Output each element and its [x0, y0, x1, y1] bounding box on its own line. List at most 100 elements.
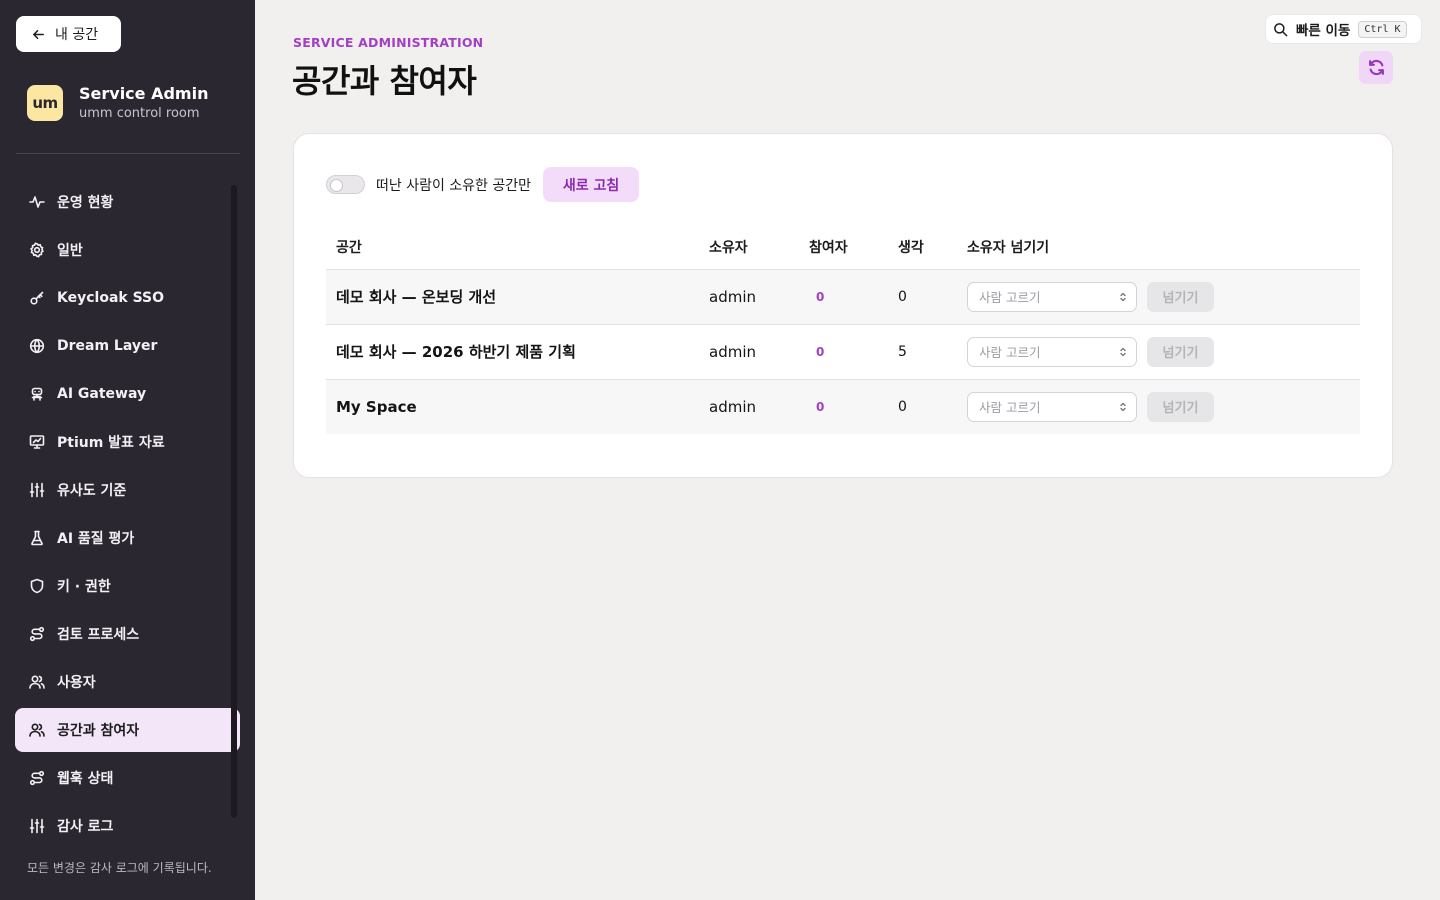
- sidebar-item-ptium-presentation[interactable]: Ptium 발표 자료: [15, 420, 240, 464]
- sidebar-item-label: 키 · 권한: [57, 579, 111, 595]
- departed-owner-toggle-label: 떠난 사람이 소유한 공간만: [376, 177, 532, 194]
- sidebar-item-ai-gateway[interactable]: AI Gateway: [15, 372, 240, 416]
- person-select-placeholder: 사람 고르기: [979, 400, 1041, 416]
- transfer-owner-cell: 사람 고르기 넘기기: [967, 379, 1360, 434]
- bot-icon: [31, 387, 43, 401]
- sliders-icon: [29, 818, 45, 834]
- departed-owner-toggle[interactable]: [326, 175, 365, 194]
- back-to-my-space-button[interactable]: 내 공간: [16, 16, 121, 52]
- sidebar-item-users[interactable]: 사용자: [15, 660, 240, 704]
- chevron-up-down-icon: [1120, 402, 1126, 411]
- sidebar-item-label: Keycloak SSO: [57, 290, 165, 306]
- brand-title: Service Admin: [79, 84, 209, 103]
- refresh-button[interactable]: 새로 고침: [543, 167, 640, 202]
- chevron-up-down-icon: [1120, 292, 1126, 301]
- sidebar-item-label: AI 품질 평가: [57, 531, 135, 547]
- space-name-cell: 데모 회사 — 2026 하반기 제품 기획: [326, 324, 709, 380]
- column-header-transfer-owner: 소유자 넘기기: [967, 225, 1360, 270]
- key-icon: [30, 291, 44, 305]
- users-icon: [29, 675, 45, 689]
- sidebar-item-ai-quality[interactable]: AI 품질 평가: [15, 516, 240, 560]
- person-select[interactable]: 사람 고르기: [967, 336, 1137, 367]
- sidebar-item-operations[interactable]: 운영 현황: [15, 180, 240, 224]
- sidebar: 내 공간 um Service Admin umm control room 운…: [0, 0, 255, 900]
- page-eyebrow: SERVICE ADMINISTRATION: [293, 35, 484, 50]
- sidebar-item-keycloak-sso[interactable]: Keycloak SSO: [15, 276, 240, 320]
- sidebar-footer-note: 모든 변경은 감사 로그에 기록됩니다.: [27, 861, 212, 875]
- sidebar-item-keys-permissions[interactable]: 키 · 권한: [15, 564, 240, 608]
- thoughts-count-cell: 5: [898, 324, 967, 380]
- sidebar-item-label: 검토 프로세스: [57, 627, 140, 643]
- sidebar-item-label: 웹훅 상태: [57, 771, 114, 787]
- participants-count-link[interactable]: 0: [809, 269, 898, 325]
- sidebar-item-label: 사용자: [57, 675, 96, 691]
- participants-count-link[interactable]: 0: [809, 324, 898, 380]
- route-icon: [29, 626, 45, 642]
- sidebar-item-webhook-status[interactable]: 웹훅 상태: [15, 756, 240, 800]
- column-header-thoughts: 생각: [898, 225, 967, 270]
- back-button-label: 내 공간: [55, 27, 99, 43]
- reload-button[interactable]: [1359, 51, 1393, 84]
- thoughts-count-cell: 0: [898, 379, 967, 434]
- sidebar-item-label: 공간과 참여자: [57, 723, 140, 739]
- column-header-space: 공간: [326, 225, 709, 270]
- route-icon: [29, 770, 45, 786]
- divider: [16, 153, 240, 154]
- layers-icon: [29, 338, 45, 354]
- table-row: 데모 회사 — 2026 하반기 제품 기획 admin 0 5 사람 고르기 …: [326, 324, 1360, 380]
- person-select-placeholder: 사람 고르기: [979, 290, 1041, 305]
- space-name-cell: My Space: [326, 379, 709, 434]
- column-header-owner: 소유자: [709, 225, 809, 270]
- sidebar-nav: 운영 현황 일반 Keycloak SSO Dream Layer AI Gat…: [15, 180, 240, 852]
- brand-logo: um: [27, 84, 63, 121]
- sidebar-item-spaces-participants[interactable]: 공간과 참여자: [15, 708, 240, 752]
- spaces-table: 공간 소유자 참여자 생각 소유자 넘기기 데모 회사 — 온보딩 개선 adm…: [326, 225, 1360, 434]
- sidebar-scrollbar[interactable]: [231, 185, 237, 818]
- brand-subtitle: umm control room: [79, 106, 200, 121]
- shield-icon: [30, 578, 44, 594]
- owner-cell: admin: [709, 324, 809, 380]
- brand: um Service Admin umm control room: [27, 84, 208, 121]
- spaces-card: 떠난 사람이 소유한 공간만 새로 고침 공간 소유자 참여자 생각 소유자 넘…: [293, 133, 1393, 478]
- transfer-owner-cell: 사람 고르기 넘기기: [967, 269, 1360, 325]
- gear-icon: [30, 242, 44, 258]
- sidebar-item-label: 감사 로그: [57, 819, 114, 835]
- transfer-owner-cell: 사람 고르기 넘기기: [967, 324, 1360, 380]
- person-select-placeholder: 사람 고르기: [979, 345, 1041, 360]
- sliders-icon: [29, 482, 45, 498]
- owner-cell: admin: [709, 379, 809, 434]
- table-header-row: 공간 소유자 참여자 생각 소유자 넘기기: [326, 225, 1360, 270]
- person-select[interactable]: 사람 고르기: [967, 281, 1137, 312]
- thoughts-count-cell: 0: [898, 269, 967, 325]
- sidebar-item-similarity[interactable]: 유사도 기준: [15, 468, 240, 512]
- keyboard-shortcut-badge: Ctrl K: [1358, 20, 1407, 38]
- sidebar-item-general[interactable]: 일반: [15, 228, 240, 272]
- transfer-button[interactable]: 넘기기: [1147, 391, 1214, 422]
- sidebar-item-dream-layer[interactable]: Dream Layer: [15, 324, 240, 368]
- filter-toolbar: 떠난 사람이 소유한 공간만 새로 고침: [326, 167, 640, 202]
- sidebar-item-label: AI Gateway: [57, 386, 147, 402]
- transfer-button[interactable]: 넘기기: [1147, 281, 1214, 312]
- column-header-participants: 참여자: [809, 225, 898, 270]
- quick-nav-button[interactable]: 빠른 이동 Ctrl K: [1266, 15, 1421, 43]
- quick-nav-label: 빠른 이동: [1296, 23, 1351, 39]
- presentation-icon: [29, 435, 45, 449]
- owner-cell: admin: [709, 269, 809, 325]
- table-row: 데모 회사 — 온보딩 개선 admin 0 0 사람 고르기 넘기기: [326, 269, 1360, 325]
- sidebar-item-label: 운영 현황: [57, 195, 114, 211]
- table-row: My Space admin 0 0 사람 고르기 넘기기: [326, 379, 1360, 434]
- page-title: 공간과 참여자: [292, 62, 477, 100]
- transfer-button[interactable]: 넘기기: [1147, 336, 1214, 367]
- person-select[interactable]: 사람 고르기: [967, 391, 1137, 422]
- users-icon: [29, 723, 45, 737]
- sidebar-item-review-process[interactable]: 검토 프로세스: [15, 612, 240, 656]
- sidebar-item-label: 일반: [57, 243, 83, 259]
- participants-count-link[interactable]: 0: [809, 379, 898, 434]
- flask-icon: [31, 530, 43, 546]
- sidebar-item-label: Ptium 발표 자료: [57, 435, 165, 451]
- sidebar-item-audit-log[interactable]: 감사 로그: [15, 804, 240, 848]
- refresh-icon: [1368, 59, 1384, 76]
- activity-icon: [29, 196, 45, 208]
- sidebar-item-label: Dream Layer: [57, 338, 158, 354]
- space-name-cell: 데모 회사 — 온보딩 개선: [326, 269, 709, 325]
